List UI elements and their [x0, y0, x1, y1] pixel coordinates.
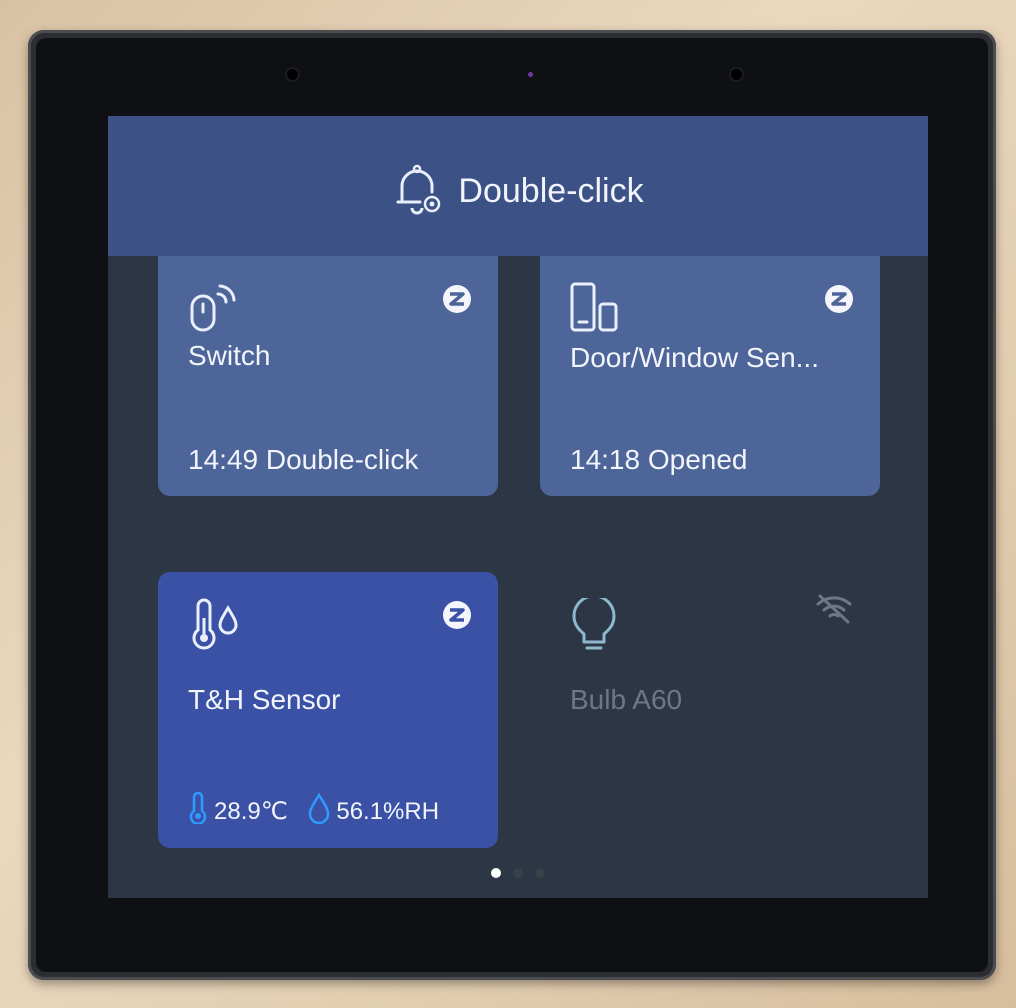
thermometer-icon — [188, 791, 208, 831]
page-dot[interactable] — [535, 868, 545, 878]
th-readings: 28.9℃ 56.1%RH — [188, 791, 439, 831]
device-name: Switch — [188, 340, 271, 371]
camera-left — [287, 69, 298, 80]
page-header: Double-click — [108, 164, 928, 214]
device-status: 14:49 Double-click — [188, 444, 419, 475]
humidity-reading: 56.1%RH — [308, 792, 439, 831]
device-name: Bulb A60 — [570, 684, 683, 715]
page-dot-active[interactable] — [491, 868, 501, 878]
bell-settings-icon — [392, 162, 444, 221]
smart-panel-device: Double-click Switch 14:49 Double-click D… — [28, 30, 996, 980]
humidity-drop-icon — [308, 792, 330, 831]
thermometer-drop-icon — [188, 598, 244, 657]
device-status: 14:18 Opened — [570, 444, 748, 475]
light-sensor — [528, 72, 533, 77]
device-name: T&H Sensor — [188, 684, 341, 715]
zigbee-icon — [442, 284, 472, 319]
switch-remote-icon — [188, 282, 240, 337]
camera-right — [731, 69, 742, 80]
bulb-icon — [570, 594, 618, 659]
page-indicator — [108, 868, 928, 878]
door-window-sensor-icon — [570, 282, 622, 339]
device-card-door-window[interactable]: Door/Window Sen... 14:18 Opened — [540, 256, 880, 496]
screen: Double-click Switch 14:49 Double-click D… — [108, 116, 928, 898]
humidity-value: 56.1%RH — [336, 797, 440, 825]
wifi-off-icon — [814, 594, 854, 629]
device-card-th-sensor[interactable]: T&H Sensor 28.9℃ 56.1%RH — [158, 572, 498, 848]
temperature-value: 28.9℃ — [214, 798, 288, 825]
device-card-switch[interactable]: Switch 14:49 Double-click — [158, 256, 498, 496]
page-title: Double-click — [458, 171, 644, 210]
device-card-bulb[interactable]: Bulb A60 — [540, 572, 880, 848]
zigbee-icon — [442, 600, 472, 635]
device-name: Door/Window Sen... — [570, 342, 819, 373]
zigbee-icon — [824, 284, 854, 319]
device-bezel: Double-click Switch 14:49 Double-click D… — [36, 38, 988, 972]
page-dot[interactable] — [513, 868, 523, 878]
temperature-reading: 28.9℃ — [188, 791, 288, 831]
